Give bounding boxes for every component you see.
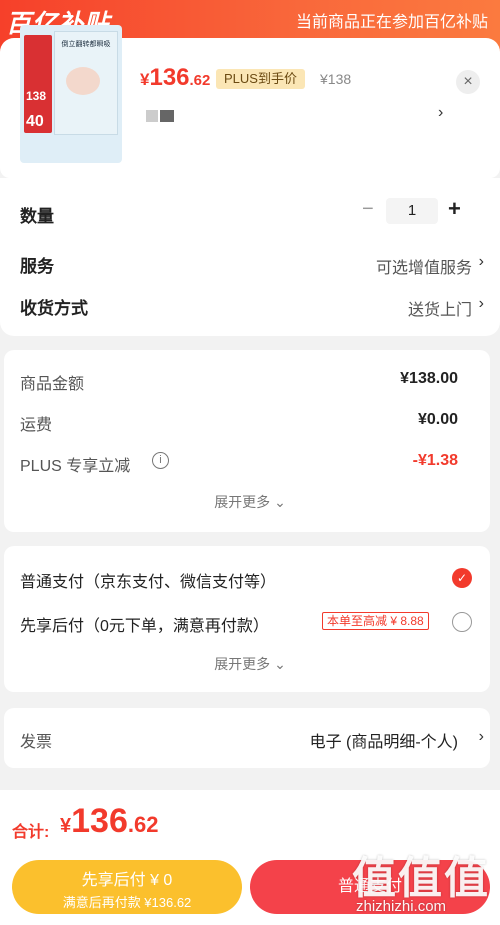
spec-chevron-icon[interactable]: › bbox=[438, 104, 443, 122]
service-label: 服务 bbox=[20, 257, 54, 276]
pay-later-button[interactable]: 先享后付 ¥ 0 满意后再付款 ¥136.62 bbox=[12, 860, 242, 914]
payment-expand-more[interactable]: 展开更多 ⌄ bbox=[0, 654, 500, 674]
product-thumbnail[interactable]: 倒立翻转都瞬吸 138 40 bbox=[20, 25, 122, 163]
goods-amount-label: 商品金额 bbox=[20, 376, 85, 393]
service-value[interactable]: 可选增值服务 bbox=[376, 254, 472, 278]
watermark-logo: 值值值 bbox=[352, 854, 490, 903]
quantity-label: 数量 bbox=[20, 207, 54, 226]
pay-later-radio[interactable] bbox=[452, 612, 472, 632]
plus-discount-label: PLUS 专享立减 bbox=[20, 458, 131, 475]
thumbnail-price-a: 138 bbox=[26, 89, 47, 103]
invoice-value[interactable]: 电子 (商品明细-个人) bbox=[310, 728, 458, 752]
total-integer: 136 bbox=[71, 802, 128, 840]
pay-later-discount-badge: 本单至高减 ¥ 8.88 bbox=[322, 612, 429, 630]
thumbnail-baby-image bbox=[66, 67, 100, 95]
delivery-label: 收货方式 bbox=[20, 299, 88, 318]
pay-later-option[interactable]: 先享后付（0元下单，满意再付款） bbox=[20, 612, 269, 636]
spec-swatch[interactable] bbox=[146, 110, 158, 122]
pay-later-button-title: 先享后付 ¥ 0 bbox=[81, 872, 173, 889]
watermark-url: zhizhizhi.com bbox=[356, 898, 447, 915]
quantity-plus-button[interactable]: + bbox=[448, 196, 461, 222]
thumbnail-price-b: 40 bbox=[26, 113, 44, 130]
total-amount: ¥136.62 bbox=[60, 802, 158, 841]
shipping-label: 运费 bbox=[20, 417, 53, 434]
price-decimal: .62 bbox=[189, 72, 211, 89]
thumbnail-title: 倒立翻转都瞬吸 bbox=[61, 41, 111, 48]
shipping-value: ¥0.00 bbox=[417, 411, 458, 428]
normal-payment-option[interactable]: 普通支付（京东支付、微信支付等） bbox=[20, 568, 276, 592]
plus-price-tag: PLUS到手价 bbox=[216, 69, 305, 89]
delivery-chevron-icon[interactable]: › bbox=[479, 295, 484, 313]
invoice-label: 发票 bbox=[20, 734, 53, 751]
total-label: 合计: bbox=[12, 824, 50, 841]
spec-swatch-dark[interactable] bbox=[160, 110, 174, 122]
info-icon[interactable]: i bbox=[152, 452, 169, 469]
price-integer: 136 bbox=[149, 64, 190, 91]
total-currency: ¥ bbox=[60, 815, 72, 837]
service-chevron-icon[interactable]: › bbox=[479, 253, 484, 271]
plus-discount-value: -¥1.38 bbox=[412, 452, 458, 469]
quantity-input[interactable]: 1 bbox=[386, 198, 438, 224]
invoice-chevron-icon[interactable]: › bbox=[479, 728, 484, 746]
subsidy-notice: 当前商品正在参加百亿补贴 bbox=[295, 12, 488, 31]
close-button[interactable]: × bbox=[456, 70, 480, 94]
quantity-minus-button[interactable]: − bbox=[362, 198, 374, 221]
product-price: ¥136.62 bbox=[140, 64, 210, 92]
original-price: ¥138 bbox=[320, 71, 352, 87]
delivery-value[interactable]: 送货上门 bbox=[408, 296, 472, 320]
normal-payment-radio-checked[interactable]: ✓ bbox=[452, 568, 472, 588]
fees-expand-more[interactable]: 展开更多 ⌄ bbox=[0, 492, 500, 512]
goods-amount-value: ¥138.00 bbox=[400, 370, 458, 387]
total-decimal: .62 bbox=[127, 812, 159, 837]
pay-later-button-subtitle: 满意后再付款 ¥136.62 bbox=[62, 895, 192, 910]
